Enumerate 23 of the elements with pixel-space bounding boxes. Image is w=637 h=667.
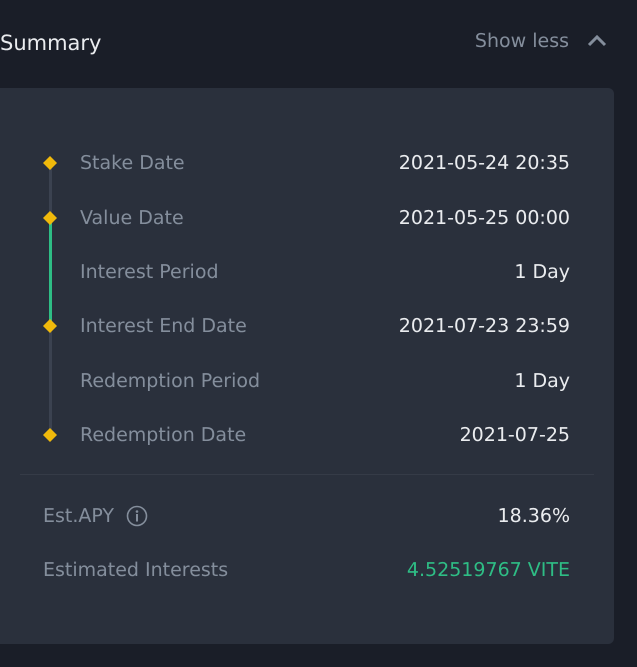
section-title: Summary xyxy=(0,31,102,55)
show-less-button[interactable]: Show less xyxy=(474,30,607,52)
diamond-icon xyxy=(43,156,57,170)
timeline-value: 1 Day xyxy=(514,370,570,392)
timeline-value: 2021-05-25 00:00 xyxy=(398,206,570,229)
timeline-value: 2021-05-24 20:35 xyxy=(398,152,570,174)
info-icon[interactable] xyxy=(126,505,148,528)
timeline-label: Interest End Date xyxy=(80,315,247,338)
timeline-label: Redemption Period xyxy=(80,370,260,392)
timeline-label: Redemption Date xyxy=(80,424,246,446)
timeline-value: 2021-07-23 23:59 xyxy=(398,315,570,338)
diamond-icon xyxy=(43,428,57,442)
summary-value: 4.52519767 VITE xyxy=(406,559,570,582)
timeline-value: 2021-07-25 xyxy=(460,424,570,446)
summary-label: Estimated Interests xyxy=(43,559,228,582)
timeline-label: Value Date xyxy=(80,206,184,229)
diamond-icon xyxy=(43,319,57,334)
timeline-label: Interest Period xyxy=(80,260,219,283)
timeline-value: 1 Day xyxy=(514,260,570,283)
summary-label: Est.APY xyxy=(43,505,114,528)
summary-value: 18.36% xyxy=(498,505,570,528)
diamond-icon xyxy=(43,210,57,225)
timeline-label: Stake Date xyxy=(80,152,185,174)
